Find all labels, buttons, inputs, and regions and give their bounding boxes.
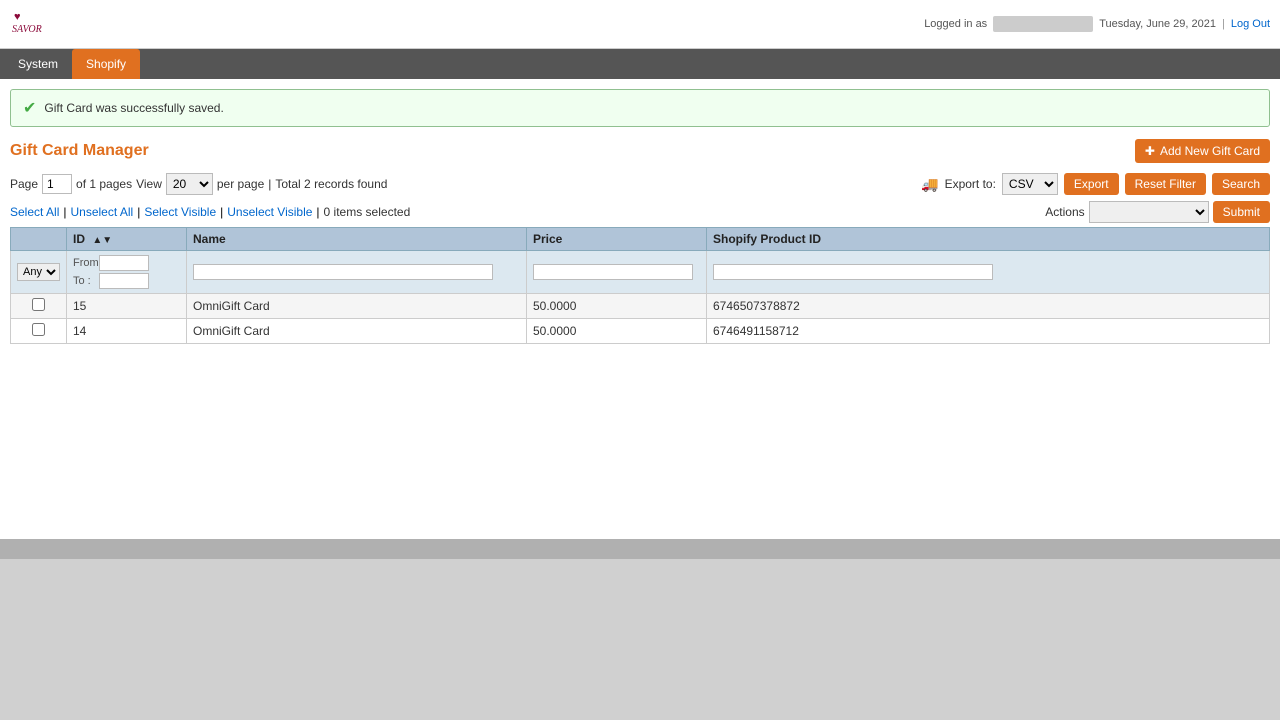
selection-row: Select All | Unselect All | Select Visib… (10, 201, 1270, 223)
navbar: System Shopify (0, 49, 1280, 79)
filter-id-to-input[interactable] (99, 273, 149, 289)
row1-shopify-product-id: 6746507378872 (707, 294, 1270, 319)
items-selected-label: 0 items selected (324, 205, 411, 219)
page-header: Gift Card Manager ✚ Add New Gift Card (10, 139, 1270, 163)
row2-price: 50.0000 (527, 319, 707, 344)
row2-checkbox-cell (11, 319, 67, 344)
header-right: Logged in as Tuesday, June 29, 2021 | Lo… (924, 16, 1270, 32)
view-label: View (136, 177, 162, 191)
per-page-select[interactable]: 20 50 100 200 (166, 173, 213, 195)
page-title: Gift Card Manager (10, 142, 149, 160)
success-icon: ✔ (23, 98, 36, 118)
success-banner: ✔ Gift Card was successfully saved. (10, 89, 1270, 127)
add-icon: ✚ (1145, 144, 1155, 158)
of-pages-label: of 1 pages (76, 177, 132, 191)
filter-name-input[interactable] (193, 264, 493, 280)
per-page-label: per page (217, 177, 264, 191)
row1-checkbox-cell (11, 294, 67, 319)
table-row: 15 OmniGift Card 50.0000 6746507378872 (11, 294, 1270, 319)
select-visible-link[interactable]: Select Visible (144, 205, 216, 219)
export-button[interactable]: Export (1064, 173, 1119, 195)
filter-cell-price (527, 251, 707, 294)
row2-shopify-product-id: 6746491158712 (707, 319, 1270, 344)
footer-bar (0, 539, 1280, 559)
table-header-row: ID ▲▼ Name Price Shopify Product ID (11, 228, 1270, 251)
success-text: Gift Card was successfully saved. (44, 101, 223, 115)
separator2: | (268, 177, 271, 191)
filter-id-from-input[interactable] (99, 255, 149, 271)
table-row: 14 OmniGift Card 50.0000 6746491158712 (11, 319, 1270, 344)
filter-id-from-to: From: To : (73, 255, 180, 289)
data-table: ID ▲▼ Name Price Shopify Product ID Any (10, 227, 1270, 344)
logged-in-label: Logged in as (924, 18, 987, 30)
actions-select[interactable] (1089, 201, 1209, 223)
row2-id: 14 (67, 319, 187, 344)
row1-name: OmniGift Card (187, 294, 527, 319)
row2-checkbox[interactable] (32, 323, 45, 336)
filter-cell-shopify (707, 251, 1270, 294)
export-format-select[interactable]: CSV Excel XML (1002, 173, 1058, 195)
col-header-price: Price (527, 228, 707, 251)
logout-link[interactable]: Log Out (1231, 18, 1270, 30)
filter-cell-id: From: To : (67, 251, 187, 294)
filter-id-from-row: From: (73, 255, 180, 271)
controls-row: Page of 1 pages View 20 50 100 200 per p… (10, 173, 1270, 195)
filter-shopify-input[interactable] (713, 264, 993, 280)
filter-cell-name (187, 251, 527, 294)
filter-id-to-row: To : (73, 273, 180, 289)
col-header-id[interactable]: ID ▲▼ (67, 228, 187, 251)
select-all-link[interactable]: Select All (10, 205, 59, 219)
sel-sep2: | (137, 205, 140, 219)
svg-text:♥: ♥ (14, 11, 21, 23)
date-label: Tuesday, June 29, 2021 (1099, 18, 1216, 30)
submit-button[interactable]: Submit (1213, 201, 1270, 223)
total-records: Total 2 records found (275, 177, 387, 191)
page-input[interactable] (42, 174, 72, 194)
pagination-right: 🚚 Export to: CSV Excel XML Export Reset … (921, 173, 1270, 195)
add-new-gift-card-button[interactable]: ✚ Add New Gift Card (1135, 139, 1270, 163)
row2-name: OmniGift Card (187, 319, 527, 344)
nav-tab-system[interactable]: System (4, 49, 72, 79)
col-header-checkbox (11, 228, 67, 251)
svg-text:SAVOR: SAVOR (12, 24, 42, 35)
row1-price: 50.0000 (527, 294, 707, 319)
filter-cell-checkbox: Any (11, 251, 67, 294)
header: ♥ SAVOR Logged in as Tuesday, June 29, 2… (0, 0, 1280, 49)
username-box (993, 16, 1093, 32)
to-label: To : (73, 275, 95, 287)
search-button[interactable]: Search (1212, 173, 1270, 195)
pagination-left: Page of 1 pages View 20 50 100 200 per p… (10, 173, 387, 195)
nav-tab-shopify[interactable]: Shopify (72, 49, 140, 79)
filter-row: Any From: To : (11, 251, 1270, 294)
unselect-all-link[interactable]: Unselect All (70, 205, 133, 219)
filter-price-input[interactable] (533, 264, 693, 280)
page-label: Page (10, 177, 38, 191)
reset-filter-button[interactable]: Reset Filter (1125, 173, 1206, 195)
any-select[interactable]: Any (17, 263, 60, 281)
sel-sep3: | (220, 205, 223, 219)
row1-checkbox[interactable] (32, 298, 45, 311)
export-truck-icon: 🚚 (921, 176, 938, 193)
sel-sep1: | (63, 205, 66, 219)
sel-sep4: | (316, 205, 319, 219)
main-content: ✔ Gift Card was successfully saved. Gift… (0, 79, 1280, 539)
actions-label: Actions (1045, 205, 1084, 219)
logo-icon: ♥ SAVOR (10, 6, 46, 42)
sort-arrows-id: ▲▼ (92, 235, 112, 246)
logo-area: ♥ SAVOR (10, 6, 46, 42)
col-header-shopify-product-id: Shopify Product ID (707, 228, 1270, 251)
row1-id: 15 (67, 294, 187, 319)
col-header-name: Name (187, 228, 527, 251)
from-label: From: (73, 257, 95, 269)
add-new-label: Add New Gift Card (1160, 144, 1260, 158)
separator: | (1222, 18, 1225, 30)
export-label: Export to: (945, 177, 996, 191)
unselect-visible-link[interactable]: Unselect Visible (227, 205, 312, 219)
